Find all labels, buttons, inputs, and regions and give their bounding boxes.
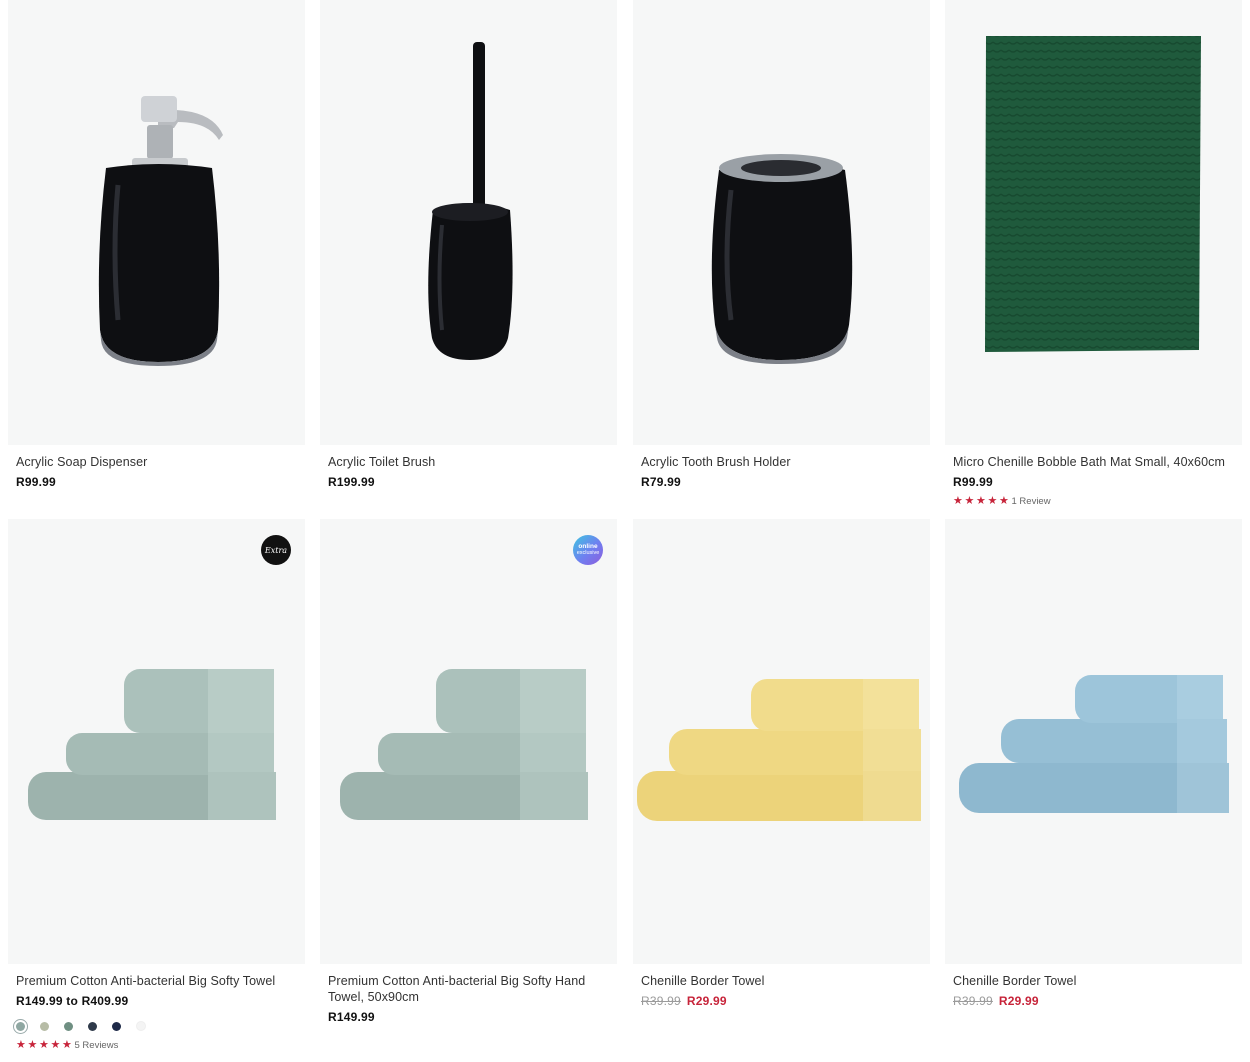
- star-icon: ★: [987, 494, 998, 507]
- product-rating[interactable]: ★ ★ ★ ★ ★ 5 Reviews: [16, 1039, 297, 1051]
- color-swatch[interactable]: [136, 1021, 146, 1031]
- product-card[interactable]: Extra Premium Cotton Anti-bacterial Big …: [8, 519, 305, 1051]
- product-image[interactable]: [8, 0, 305, 445]
- color-swatch[interactable]: [16, 1021, 25, 1031]
- product-grid: Acrylic Soap Dispenser R99.99 Acrylic To…: [0, 0, 1250, 1062]
- color-swatch[interactable]: [88, 1021, 97, 1031]
- product-price: R39.99 R29.99: [953, 994, 1234, 1008]
- product-name[interactable]: Acrylic Toilet Brush: [328, 454, 609, 470]
- product-card[interactable]: Acrylic Tooth Brush Holder R79.99: [633, 0, 930, 489]
- product-name[interactable]: Acrylic Tooth Brush Holder: [641, 454, 922, 470]
- product-name[interactable]: Premium Cotton Anti-bacterial Big Softy …: [328, 973, 609, 1005]
- product-image[interactable]: Extra: [8, 519, 305, 964]
- star-icon: ★: [964, 494, 975, 507]
- product-card[interactable]: Acrylic Toilet Brush R199.99: [320, 0, 617, 489]
- product-price: R39.99 R29.99: [641, 994, 922, 1008]
- product-name[interactable]: Chenille Border Towel: [641, 973, 922, 989]
- product-card[interactable]: Chenille Border Towel R39.99 R29.99: [633, 519, 930, 1008]
- color-swatch[interactable]: [112, 1021, 121, 1031]
- product-image[interactable]: [945, 0, 1242, 445]
- toilet-brush-image: [428, 42, 513, 360]
- badge-line: exclusive: [576, 550, 600, 556]
- product-name[interactable]: Premium Cotton Anti-bacterial Big Softy …: [16, 973, 297, 989]
- product-price: R199.99: [328, 475, 375, 489]
- product-price: R149.99: [328, 1010, 375, 1024]
- star-rating: ★ ★ ★ ★ ★: [16, 1038, 74, 1051]
- product-price: R149.99 to R409.99: [16, 994, 129, 1008]
- product-image[interactable]: online exclusive: [320, 519, 617, 964]
- sale-price: R29.99: [998, 994, 1039, 1008]
- review-count[interactable]: 1 Review: [1012, 496, 1051, 507]
- color-swatches: [16, 1017, 297, 1035]
- star-icon: ★: [39, 1038, 49, 1051]
- product-card[interactable]: Acrylic Soap Dispenser R99.99: [8, 0, 305, 489]
- extra-badge: Extra: [261, 535, 291, 565]
- bath-mat-image: [985, 36, 1201, 352]
- review-count[interactable]: 5 Reviews: [75, 1040, 119, 1051]
- product-price: R79.99: [641, 475, 681, 489]
- product-card[interactable]: Micro Chenille Bobble Bath Mat Small, 40…: [945, 0, 1242, 507]
- towel-stack-image: [28, 669, 276, 820]
- star-rating: ★ ★ ★ ★ ★: [953, 494, 1011, 507]
- product-rating[interactable]: ★ ★ ★ ★ ★ 1 Review: [953, 495, 1234, 507]
- toothbrush-holder-image: [711, 154, 853, 364]
- star-icon: ★: [16, 1038, 26, 1051]
- online-exclusive-badge: online exclusive: [573, 535, 603, 565]
- soap-dispenser-image: [98, 96, 223, 366]
- product-price: R99.99: [953, 475, 993, 489]
- towel-stack-image: [959, 675, 1229, 813]
- badge-line: online: [578, 543, 598, 550]
- color-swatch[interactable]: [64, 1021, 73, 1031]
- product-card[interactable]: Chenille Border Towel R39.99 R29.99: [945, 519, 1242, 1008]
- product-image[interactable]: [945, 519, 1242, 964]
- towel-stack-image: [340, 669, 588, 820]
- star-icon: ★: [999, 494, 1009, 507]
- product-price: R99.99: [16, 475, 56, 489]
- towel-stack-image: [637, 679, 921, 821]
- product-name[interactable]: Acrylic Soap Dispenser: [16, 454, 297, 470]
- sale-price: R29.99: [686, 994, 727, 1008]
- color-swatch[interactable]: [40, 1021, 49, 1031]
- star-icon: ★: [976, 494, 986, 507]
- star-icon: ★: [953, 494, 963, 507]
- was-price: R39.99: [641, 994, 681, 1008]
- product-card[interactable]: online exclusive Premium Cotton Anti-bac…: [320, 519, 617, 1024]
- star-icon: ★: [27, 1038, 38, 1051]
- was-price: R39.99: [953, 994, 993, 1008]
- product-image[interactable]: [633, 519, 930, 964]
- product-image[interactable]: [320, 0, 617, 445]
- star-icon: ★: [62, 1038, 72, 1051]
- star-icon: ★: [50, 1038, 61, 1051]
- product-name[interactable]: Chenille Border Towel: [953, 973, 1234, 989]
- product-name[interactable]: Micro Chenille Bobble Bath Mat Small, 40…: [953, 454, 1234, 470]
- product-image[interactable]: [633, 0, 930, 445]
